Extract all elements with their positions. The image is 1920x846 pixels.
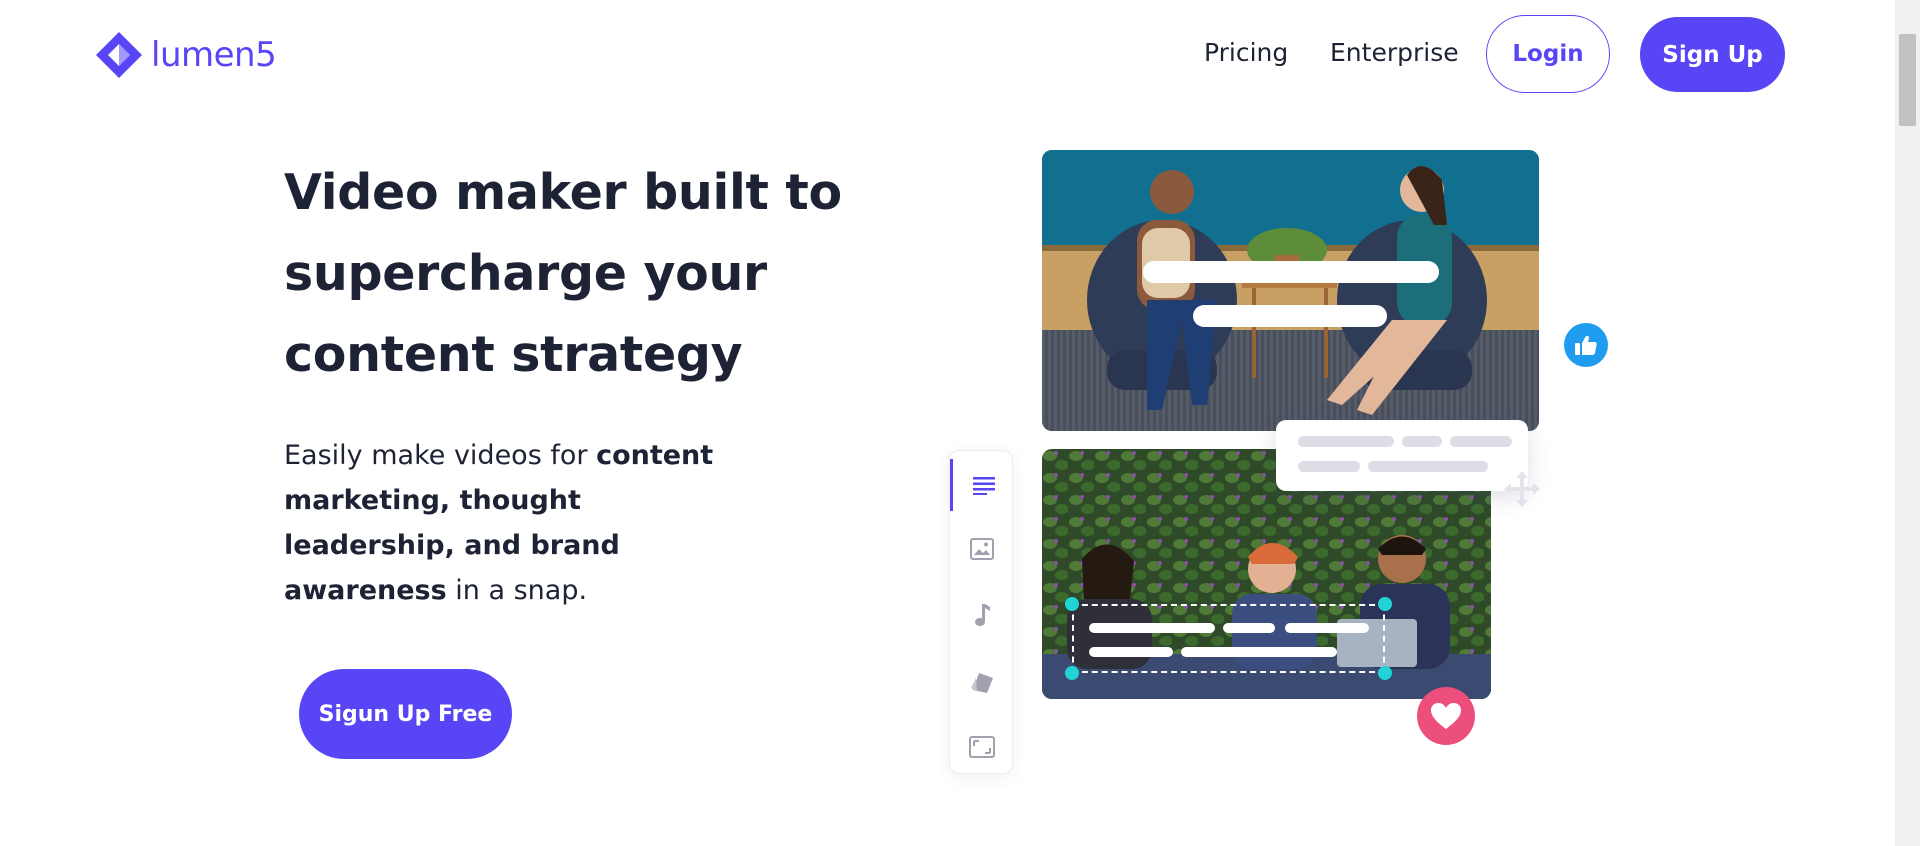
editor-toolbar <box>949 450 1013 774</box>
text-line <box>1089 647 1173 657</box>
image-icon <box>970 538 994 560</box>
style-icon <box>971 673 993 693</box>
text-layout-card[interactable] <box>1276 420 1528 491</box>
like-badge <box>1564 323 1608 367</box>
hero-headline: Video maker built to supercharge your co… <box>284 164 842 383</box>
toolbar-music-tool[interactable] <box>950 589 1014 641</box>
heart-badge <box>1417 687 1475 745</box>
hero-subtext-suffix: in a snap. <box>446 575 588 606</box>
caption-bar-2 <box>1193 305 1387 327</box>
nav-link-pricing[interactable]: Pricing <box>1204 38 1288 67</box>
toolbar-text-tool[interactable] <box>950 459 1014 511</box>
caption-bar-1 <box>1143 261 1439 283</box>
hero-photo-meeting <box>1042 150 1539 431</box>
music-icon <box>975 604 990 626</box>
selection-handle-bottom-left[interactable] <box>1065 666 1079 680</box>
text-line <box>1181 647 1337 657</box>
scrollbar-thumb[interactable] <box>1899 34 1916 126</box>
text-placeholder-bar <box>1402 436 1442 447</box>
text-selection-box[interactable] <box>1072 604 1385 673</box>
selection-handle-top-left[interactable] <box>1065 597 1079 611</box>
lumen5-logo-icon <box>96 32 142 78</box>
login-button[interactable]: Login <box>1486 15 1610 93</box>
resize-icon <box>969 736 995 758</box>
text-placeholder-bar <box>1450 436 1512 447</box>
heart-icon <box>1431 703 1461 729</box>
nav-link-enterprise[interactable]: Enterprise <box>1330 38 1459 67</box>
selection-handle-top-right[interactable] <box>1378 597 1392 611</box>
toolbar-image-tool[interactable] <box>950 523 1014 575</box>
selection-handle-bottom-right[interactable] <box>1378 666 1392 680</box>
toolbar-style-tool[interactable] <box>950 656 1014 708</box>
hero-subtext: Easily make videos for content marketing… <box>284 433 744 613</box>
hero-subtext-prefix: Easily make videos for <box>284 440 597 471</box>
page-scrollbar[interactable] <box>1895 0 1920 846</box>
toolbar-resize-tool[interactable] <box>950 721 1014 773</box>
top-navigation: lumen5 Pricing Enterprise Login Sign Up <box>0 0 1895 110</box>
text-placeholder-bar <box>1368 461 1488 472</box>
thumbs-up-icon <box>1575 335 1597 355</box>
text-placeholder-bar <box>1298 436 1394 447</box>
text-line <box>1089 623 1215 633</box>
text-icon <box>972 477 995 495</box>
move-icon[interactable] <box>1503 470 1541 508</box>
text-line <box>1285 623 1369 633</box>
text-placeholder-bar <box>1298 461 1360 472</box>
text-line <box>1223 623 1275 633</box>
signup-button[interactable]: Sign Up <box>1640 17 1785 92</box>
signup-free-button[interactable]: Sigun Up Free <box>299 669 512 759</box>
brand-name: lumen5 <box>151 35 277 75</box>
brand-logo[interactable]: lumen5 <box>93 29 277 81</box>
